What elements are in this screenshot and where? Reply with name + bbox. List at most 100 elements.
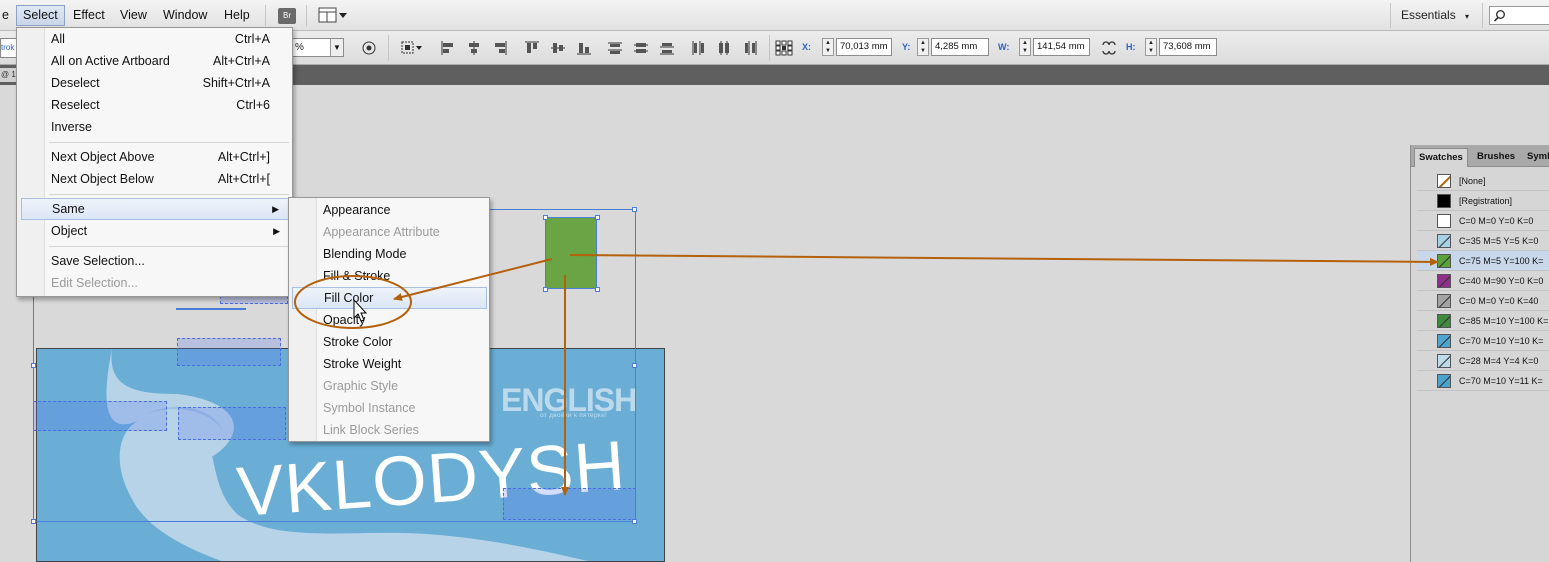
y-field[interactable]: 4,285 mm [931,38,989,56]
menu-view[interactable]: View [114,5,153,26]
opacity-field[interactable]: % ▼ [292,38,344,57]
submenu-item-fill-color[interactable]: Fill Color [292,287,487,309]
selection-handle[interactable] [632,207,637,212]
menu-file-fragment[interactable]: e [0,5,15,26]
align-to-selection-icon[interactable] [400,40,424,56]
swatch-row[interactable]: C=40 M=90 Y=0 K=0 [1417,271,1549,291]
menu-item-edit-selection: Edit Selection... [21,272,290,294]
swatch-row[interactable]: [Registration] [1417,191,1549,211]
distribute-bottom-icon[interactable] [659,40,675,56]
menubar-divider-4 [1482,3,1483,28]
selection-handle[interactable] [632,363,637,368]
h-stepper[interactable]: ▲ ▼ [1145,38,1157,56]
recolor-artwork-icon[interactable] [361,40,377,56]
menu-item-save-selection[interactable]: Save Selection... [21,250,290,272]
swatch-chip [1437,214,1451,228]
menu-item-label: Same [52,202,85,216]
bridge-button[interactable]: Br [278,8,296,24]
search-input[interactable] [1489,6,1549,25]
swatch-chip [1437,354,1451,368]
tab-symbols[interactable]: Symb [1523,148,1549,167]
swatch-row[interactable]: C=0 M=0 Y=0 K=0 [1417,211,1549,231]
swatch-row[interactable]: C=0 M=0 Y=0 K=40 [1417,291,1549,311]
y-stepper[interactable]: ▲ ▼ [917,38,929,56]
align-vertical-center-icon[interactable] [550,40,566,56]
document-tab-fragment[interactable]: @ 1 [0,68,16,82]
green-rectangle[interactable] [545,217,597,289]
swatch-label: C=0 M=0 Y=0 K=40 [1459,296,1539,306]
align-right-icon[interactable] [492,40,508,56]
menu-item-label: Next Object Above [51,150,155,164]
distribute-left-icon[interactable] [690,40,706,56]
rect-handle[interactable] [595,287,600,292]
submenu-item-opacity[interactable]: Opacity [292,309,487,331]
submenu-item-blending-mode[interactable]: Blending Mode [292,243,487,265]
menu-item-shortcut: Ctrl+6 [236,98,270,112]
swatch-row[interactable]: C=70 M=10 Y=10 K= [1417,331,1549,351]
distribute-top-icon[interactable] [607,40,623,56]
swatch-label: C=70 M=10 Y=10 K= [1459,336,1544,346]
submenu-item-appearance[interactable]: Appearance [292,199,487,221]
swatch-chip [1437,274,1451,288]
align-bottom-icon[interactable] [576,40,592,56]
opacity-dropdown-icon[interactable]: ▼ [330,39,343,56]
swatch-row[interactable]: C=85 M=10 Y=100 K= [1417,311,1549,331]
swatch-chip [1437,314,1451,328]
selection-handle[interactable] [31,363,36,368]
swatch-row[interactable]: C=28 M=4 Y=4 K=0 [1417,351,1549,371]
x-stepper[interactable]: ▲ ▼ [822,38,834,56]
menu-help[interactable]: Help [218,5,256,26]
menu-item-object[interactable]: Object ▶ [21,220,290,242]
distribute-horizontal-center-icon[interactable] [716,40,732,56]
reference-point-icon[interactable] [775,40,793,56]
submenu-item-stroke-weight[interactable]: Stroke Weight [292,353,487,375]
menu-item-shortcut: Alt+Ctrl+A [213,54,270,68]
menu-item-label: Inverse [51,120,92,134]
submenu-item-stroke-color[interactable]: Stroke Color [292,331,487,353]
menu-select[interactable]: Select [16,5,65,26]
menubar-divider-3 [1390,3,1391,28]
swatch-row[interactable]: [None] [1417,171,1549,191]
selection-handle[interactable] [632,519,637,524]
menu-item-shortcut: Alt+Ctrl+[ [217,172,270,186]
w-field[interactable]: 141,54 mm [1033,38,1090,56]
menu-effect[interactable]: Effect [67,5,111,26]
w-stepper[interactable]: ▲ ▼ [1019,38,1031,56]
x-field[interactable]: 70,013 mm [836,38,892,56]
h-field[interactable]: 73,608 mm [1159,38,1217,56]
distribute-vertical-center-icon[interactable] [633,40,649,56]
selection-handle[interactable] [31,519,36,524]
arrange-documents-icon[interactable] [318,7,348,24]
menu-item-all[interactable]: All Ctrl+A [21,28,290,50]
menu-separator [49,142,289,143]
align-left-icon[interactable] [440,40,456,56]
submenu-item-fill-stroke[interactable]: Fill & Stroke [292,265,487,287]
menu-item-next-object-above[interactable]: Next Object Above Alt+Ctrl+] [21,146,290,168]
swatch-row[interactable]: C=70 M=10 Y=11 K= [1417,371,1549,391]
swatch-chip [1437,234,1451,248]
menu-item-reselect[interactable]: Reselect Ctrl+6 [21,94,290,116]
swatch-row[interactable]: C=35 M=5 Y=5 K=0 [1417,231,1549,251]
distribute-right-icon[interactable] [742,40,758,56]
swatch-label: [Registration] [1459,196,1513,206]
w-label: W: [998,42,1010,52]
rect-handle[interactable] [543,215,548,220]
menu-item-shortcut: Shift+Ctrl+A [202,76,270,90]
menu-item-deselect[interactable]: Deselect Shift+Ctrl+A [21,72,290,94]
menu-item-all-on-artboard[interactable]: All on Active Artboard Alt+Ctrl+A [21,50,290,72]
swatch-row-selected[interactable]: C=75 M=5 Y=100 K= [1417,251,1549,271]
menu-item-same[interactable]: Same ▶ [21,198,290,220]
align-horizontal-center-icon[interactable] [466,40,482,56]
menu-window[interactable]: Window [157,5,213,26]
stroke-field-fragment[interactable]: trok [0,38,17,58]
align-top-icon[interactable] [524,40,540,56]
rect-handle[interactable] [595,215,600,220]
tab-brushes[interactable]: Brushes [1473,148,1519,167]
menu-item-inverse[interactable]: Inverse [21,116,290,138]
menu-item-next-object-below[interactable]: Next Object Below Alt+Ctrl+[ [21,168,290,190]
workspace-switcher[interactable]: Essentials ▾ [1401,8,1469,22]
tab-swatches[interactable]: Swatches [1414,148,1468,167]
rect-handle[interactable] [543,287,548,292]
submenu-item-graphic-style: Graphic Style [323,379,399,393]
constrain-proportions-icon[interactable] [1100,40,1118,56]
